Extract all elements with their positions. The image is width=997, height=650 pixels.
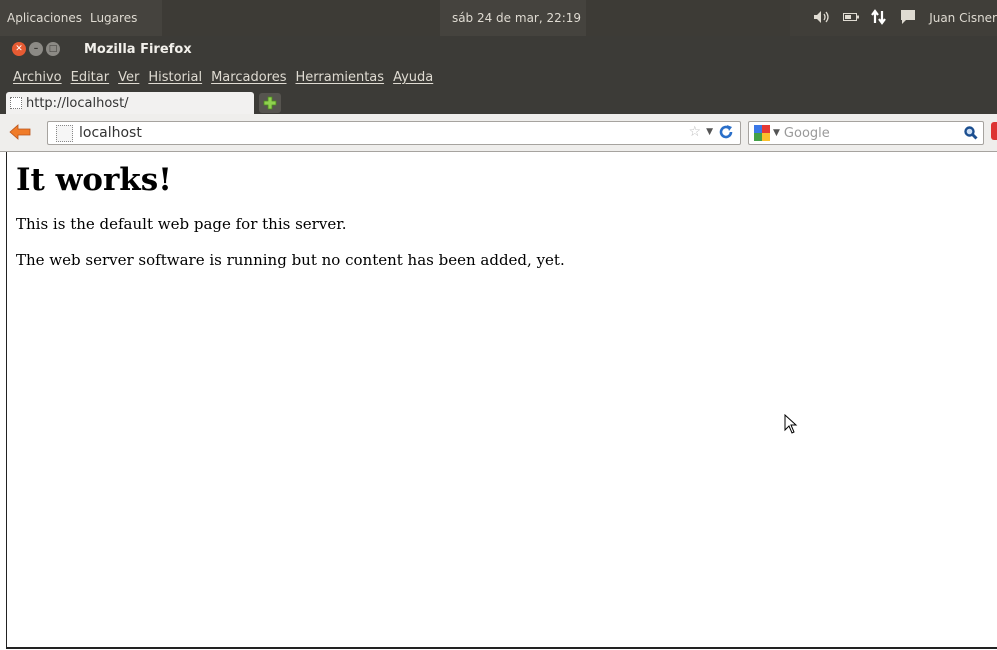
search-engine-icon[interactable] — [754, 125, 770, 141]
page-paragraph-1: This is the default web page for this se… — [16, 215, 347, 233]
window-controls: ✕ – □ — [12, 42, 60, 56]
window-titlebar: ✕ – □ Mozilla Firefox — [0, 36, 997, 64]
maximize-window-button[interactable]: □ — [46, 42, 60, 56]
history-dropdown-icon[interactable]: ▼ — [706, 127, 713, 137]
back-button[interactable] — [9, 124, 31, 144]
battery-icon[interactable] — [843, 11, 860, 25]
url-bar[interactable]: localhost ☆ ▼ — [47, 121, 741, 145]
chevron-down-icon[interactable]: ▼ — [773, 128, 780, 138]
star-icon[interactable]: ☆ — [689, 124, 702, 140]
top-panel: Aplicaciones Lugares sáb 24 de mar, 22:1… — [0, 0, 997, 36]
back-arrow-icon — [9, 124, 31, 140]
menu-ver[interactable]: Ver — [118, 70, 139, 85]
menu-editar[interactable]: Editar — [71, 70, 110, 85]
tab-label: http://localhost/ — [26, 95, 129, 111]
menu-archivo[interactable]: Archivo — [13, 70, 62, 85]
page-paragraph-2: The web server software is running but n… — [16, 251, 565, 269]
addon-icon[interactable] — [991, 122, 997, 140]
messages-icon[interactable] — [899, 9, 917, 28]
plus-icon — [263, 96, 277, 110]
volume-icon[interactable] — [813, 10, 831, 27]
menu-marcadores[interactable]: Marcadores — [211, 70, 286, 85]
network-icon[interactable] — [871, 8, 887, 28]
user-menu[interactable]: Juan Cisner — [929, 11, 997, 25]
site-identity-icon[interactable] — [56, 124, 73, 142]
minimize-window-button[interactable]: – — [29, 42, 43, 56]
magnifier-icon[interactable] — [964, 126, 978, 144]
indicator-area: Juan Cisner — [813, 0, 997, 36]
reload-icon[interactable] — [718, 124, 734, 140]
tab-bar: http://localhost/ — [0, 90, 997, 114]
page-content: It works! This is the default web page f… — [6, 152, 997, 649]
menu-ayuda[interactable]: Ayuda — [393, 70, 433, 85]
url-text: localhost — [79, 125, 142, 141]
tab-localhost[interactable]: http://localhost/ — [6, 92, 254, 114]
search-placeholder: Google — [783, 125, 830, 141]
search-bar[interactable]: ▼ Google — [748, 121, 984, 145]
menu-historial[interactable]: Historial — [148, 70, 202, 85]
page-heading: It works! — [16, 162, 172, 198]
close-window-button[interactable]: ✕ — [12, 42, 26, 56]
window-title: Mozilla Firefox — [84, 42, 192, 57]
new-tab-button[interactable] — [259, 93, 281, 113]
menu-herramientas[interactable]: Herramientas — [296, 70, 385, 85]
navigation-toolbar: localhost ☆ ▼ ▼ Google — [0, 114, 997, 152]
url-bar-actions: ☆ ▼ — [689, 124, 734, 140]
mouse-cursor-icon — [784, 413, 798, 438]
clock[interactable]: sáb 24 de mar, 22:19 — [452, 11, 581, 25]
menu-bar: Archivo Editar Ver Historial Marcadores … — [0, 64, 997, 90]
page-icon — [10, 97, 22, 109]
